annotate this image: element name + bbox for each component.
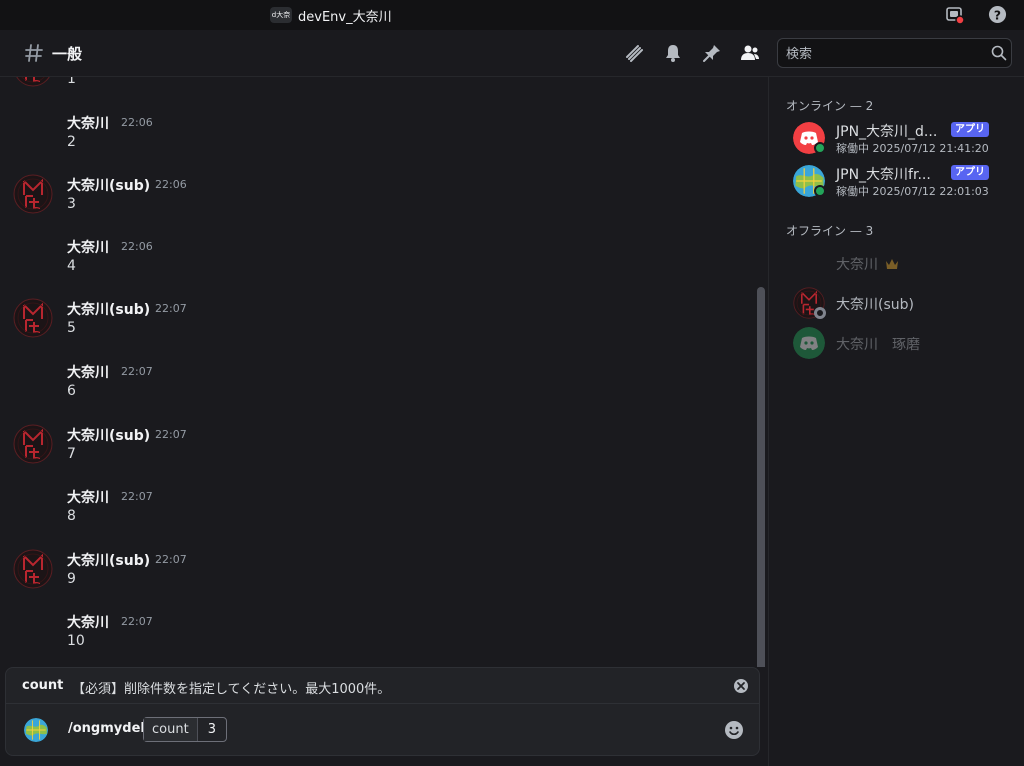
message-timestamp: 22:07 [121, 490, 153, 503]
pin-icon[interactable] [702, 43, 722, 63]
app-badge: アプリ [951, 165, 989, 180]
message-composer[interactable]: count 【必須】削除件数を指定してください。最大1000件。 /ongmyd… [5, 667, 760, 756]
title-bar: d大奈 devEnv_大奈川 ? [0, 0, 1024, 30]
member-name: 大奈川 [836, 257, 878, 273]
option-name: count [144, 718, 198, 741]
hash-icon [25, 44, 43, 62]
message-list[interactable]: 1 大奈川 22:06 2 大奈川(sub) 22:06 3 大奈川 22:06… [0, 77, 768, 667]
message[interactable]: 大奈川(sub) 22:07 7 [0, 425, 750, 485]
command-option-pill[interactable]: count 3 [143, 717, 227, 742]
svg-text:?: ? [994, 8, 1001, 22]
message[interactable]: 大奈川 22:07 8 [0, 487, 750, 547]
member-item[interactable]: JPN_大奈川fr... アプリ 稼働中 2025/07/12 22:01:03 [769, 161, 1024, 201]
message-timestamp: 22:06 [121, 240, 153, 253]
message[interactable]: 大奈川 22:07 10 [0, 612, 750, 667]
message-author[interactable]: 大奈川(sub) [67, 550, 150, 570]
message[interactable]: 大奈川(sub) 22:06 3 [0, 175, 750, 235]
option-value[interactable]: 3 [198, 718, 226, 741]
message-timestamp: 22:07 [155, 302, 187, 315]
avatar [793, 327, 825, 359]
member-item[interactable]: 大奈川 [769, 243, 1024, 283]
member-status: 稼働中 2025/07/12 22:01:03 [836, 185, 989, 198]
member-status: 稼働中 2025/07/12 21:41:20 [836, 142, 989, 155]
message-author[interactable]: 大奈川(sub) [67, 299, 150, 319]
message-content: 4 [67, 258, 76, 274]
command-option-hint: count 【必須】削除件数を指定してください。最大1000件。 [6, 668, 759, 704]
avatar[interactable] [13, 549, 53, 589]
channel-header: 一般 [0, 30, 1024, 77]
member-name: 大奈川(sub) [836, 297, 914, 313]
avatar[interactable] [13, 298, 53, 338]
command-name[interactable]: /ongmydel [68, 721, 145, 736]
search-box[interactable] [777, 38, 1012, 68]
message-content: 8 [67, 508, 76, 524]
message-author[interactable]: 大奈川(sub) [67, 425, 150, 445]
member-name: JPN_大奈川_d... [836, 124, 938, 140]
message[interactable]: 大奈川(sub) 22:07 9 [0, 550, 750, 610]
app-badge: アプリ [951, 122, 989, 137]
message-author[interactable]: 大奈川 [67, 113, 109, 133]
message-content: 10 [67, 633, 85, 649]
message-timestamp: 22:07 [155, 553, 187, 566]
message[interactable]: 大奈川(sub) 22:07 5 [0, 299, 750, 359]
member-name: 大奈川 琢磨 [836, 337, 920, 353]
server-icon[interactable]: d大奈 [270, 7, 292, 23]
offline-group-title: オフライン — 3 [786, 224, 874, 238]
message-content: 5 [67, 320, 76, 336]
message-author[interactable]: 大奈川 [67, 362, 109, 382]
help-icon[interactable]: ? [988, 5, 1007, 24]
message-content: 2 [67, 134, 76, 150]
message-timestamp: 22:06 [121, 116, 153, 129]
avatar[interactable] [13, 424, 53, 464]
online-status-icon [814, 185, 826, 197]
members-icon[interactable] [740, 43, 760, 63]
member-item[interactable]: 大奈川 琢磨 [769, 323, 1024, 363]
message-author[interactable]: 大奈川 [67, 487, 109, 507]
member-list: オンライン — 2 JPN_大奈川_d... アプリ 稼働中 2025/07/1… [768, 77, 1024, 766]
member-item[interactable]: 大奈川(sub) [769, 283, 1024, 323]
command-input[interactable]: /ongmydel count 3 [6, 705, 759, 755]
message-timestamp: 22:07 [121, 615, 153, 628]
member-item[interactable]: JPN_大奈川_d... アプリ 稼働中 2025/07/12 21:41:20 [769, 118, 1024, 158]
online-status-icon [814, 142, 826, 154]
message[interactable]: 大奈川 22:06 2 [0, 113, 750, 173]
message-content: 7 [67, 446, 76, 462]
offline-status-icon [814, 307, 826, 319]
online-group-title: オンライン — 2 [786, 99, 874, 113]
message-timestamp: 22:06 [155, 178, 187, 191]
inbox-icon[interactable] [946, 6, 964, 24]
close-icon[interactable] [733, 678, 749, 694]
message-author[interactable]: 大奈川(sub) [67, 175, 150, 195]
avatar[interactable] [13, 77, 53, 87]
message[interactable]: 大奈川 22:06 4 [0, 237, 750, 297]
message-content: 6 [67, 383, 76, 399]
hint-description: 【必須】削除件数を指定してください。最大1000件。 [72, 682, 391, 697]
crown-icon [886, 259, 898, 269]
message-content: 3 [67, 196, 76, 212]
message-content: 1 [67, 77, 76, 87]
member-name: JPN_大奈川fr... [836, 167, 931, 183]
message-author[interactable]: 大奈川 [67, 237, 109, 257]
emoji-icon[interactable] [724, 720, 744, 740]
message-author[interactable]: 大奈川 [67, 612, 109, 632]
app-avatar [24, 718, 48, 742]
message-timestamp: 22:07 [121, 365, 153, 378]
avatar[interactable] [13, 174, 53, 214]
channel-name: 一般 [52, 45, 83, 63]
bell-icon[interactable] [663, 43, 683, 63]
message-timestamp: 22:07 [155, 428, 187, 441]
message[interactable]: 大奈川 22:07 6 [0, 362, 750, 422]
scrollbar[interactable] [757, 287, 765, 667]
search-icon[interactable] [991, 45, 1007, 61]
message-content: 9 [67, 571, 76, 587]
hint-option-name: count [22, 678, 64, 693]
search-input[interactable] [786, 45, 976, 63]
window-title: devEnv_大奈川 [298, 10, 392, 25]
threads-icon[interactable] [624, 43, 644, 63]
